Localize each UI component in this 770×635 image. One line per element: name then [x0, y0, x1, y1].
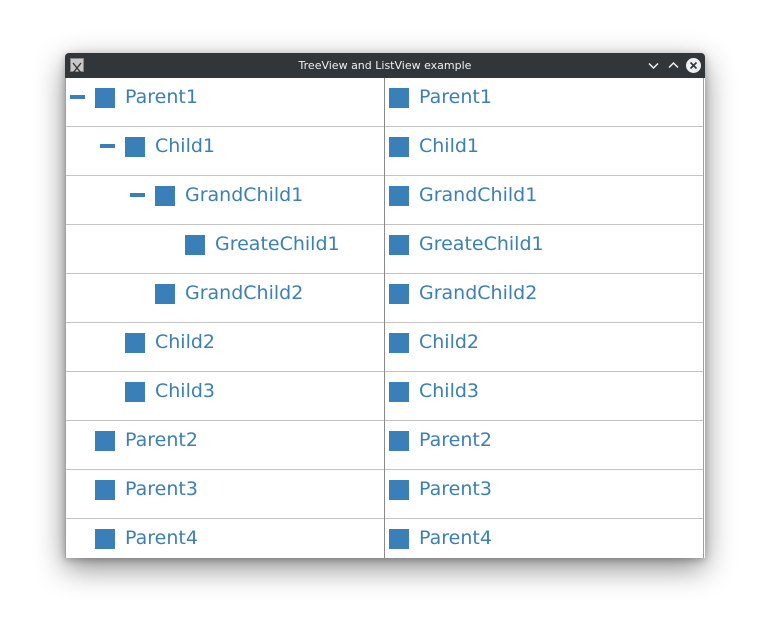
list-item-label: Child3 — [419, 380, 480, 402]
list-item-label: Child1 — [419, 135, 480, 157]
square-icon — [389, 480, 409, 500]
close-circle-icon — [686, 58, 701, 73]
square-icon — [389, 88, 409, 108]
list-item[interactable]: GreateChild1 — [385, 225, 703, 274]
tree-item[interactable]: Parent2 — [66, 421, 384, 470]
list-item-label: Parent4 — [419, 527, 492, 549]
list-item[interactable]: Child3 — [385, 372, 703, 421]
collapse-minus-icon[interactable] — [70, 95, 85, 99]
window-title: TreeView and ListView example — [298, 59, 472, 72]
app-window: TreeView and ListView example Parent1 Chi… — [65, 53, 705, 558]
tree-item-label: Parent1 — [125, 86, 198, 108]
list-item[interactable]: Parent1 — [385, 78, 703, 127]
square-icon — [389, 186, 409, 206]
title-bar[interactable]: TreeView and ListView example — [65, 53, 705, 78]
list-item-label: Parent2 — [419, 429, 492, 451]
collapse-minus-icon[interactable] — [100, 144, 115, 148]
square-icon — [389, 284, 409, 304]
tree-item-label: Child1 — [155, 135, 216, 157]
collapse-minus-icon[interactable] — [130, 193, 145, 197]
tree-item-label: Child3 — [155, 380, 216, 402]
tree-item[interactable]: Parent4 — [66, 519, 384, 558]
list-item[interactable]: Child2 — [385, 323, 703, 372]
content-area: Parent1 Child1 GrandChild1 GreateChild1 Gran… — [65, 78, 705, 558]
tree-item[interactable]: GreateChild1 — [66, 225, 384, 274]
tree-item[interactable]: Parent3 — [66, 470, 384, 519]
list-item[interactable]: GrandChild1 — [385, 176, 703, 225]
tree-item-label: GreateChild1 — [215, 233, 340, 255]
square-icon — [125, 333, 145, 353]
square-icon — [125, 382, 145, 402]
tree-item-label: Parent3 — [125, 478, 198, 500]
tree-item-label: GrandChild1 — [185, 184, 304, 206]
tree-item[interactable]: Child2 — [66, 323, 384, 372]
tree-item[interactable]: Child3 — [66, 372, 384, 421]
tree-view[interactable]: Parent1 Child1 GrandChild1 GreateChild1 Gran… — [65, 78, 384, 558]
list-item-label: GrandChild1 — [419, 184, 538, 206]
square-icon — [155, 186, 175, 206]
list-item-label: Child2 — [419, 331, 480, 353]
square-icon — [389, 235, 409, 255]
chevron-down-icon — [648, 62, 659, 70]
list-item[interactable]: Parent2 — [385, 421, 703, 470]
square-icon — [125, 137, 145, 157]
list-item[interactable]: Parent3 — [385, 470, 703, 519]
list-item-label: Parent3 — [419, 478, 492, 500]
square-icon — [389, 137, 409, 157]
list-item-label: Parent1 — [419, 86, 492, 108]
tree-item-label: Parent4 — [125, 527, 198, 549]
tree-item-label: GrandChild2 — [185, 282, 304, 304]
tree-item[interactable]: Child1 — [66, 127, 384, 176]
square-icon — [95, 88, 115, 108]
square-icon — [155, 284, 175, 304]
list-view[interactable]: Parent1 Child1 GrandChild1 GreateChild1 Gran… — [385, 78, 704, 558]
minimize-button[interactable] — [645, 57, 662, 74]
tree-item[interactable]: Parent1 — [66, 78, 384, 127]
square-icon — [389, 382, 409, 402]
list-item[interactable]: Parent4 — [385, 519, 703, 558]
square-icon — [95, 529, 115, 549]
list-item-label: GrandChild2 — [419, 282, 538, 304]
square-icon — [185, 235, 205, 255]
maximize-button[interactable] — [665, 57, 682, 74]
tree-item[interactable]: GrandChild2 — [66, 274, 384, 323]
tree-item-label: Child2 — [155, 331, 216, 353]
list-item[interactable]: Child1 — [385, 127, 703, 176]
tree-item[interactable]: GrandChild1 — [66, 176, 384, 225]
square-icon — [389, 333, 409, 353]
square-icon — [389, 431, 409, 451]
list-item-label: GreateChild1 — [419, 233, 544, 255]
list-item[interactable]: GrandChild2 — [385, 274, 703, 323]
square-icon — [95, 480, 115, 500]
square-icon — [389, 529, 409, 549]
tree-item-label: Parent2 — [125, 429, 198, 451]
square-icon — [95, 431, 115, 451]
chevron-up-icon — [668, 61, 679, 69]
close-button[interactable] — [685, 57, 702, 74]
